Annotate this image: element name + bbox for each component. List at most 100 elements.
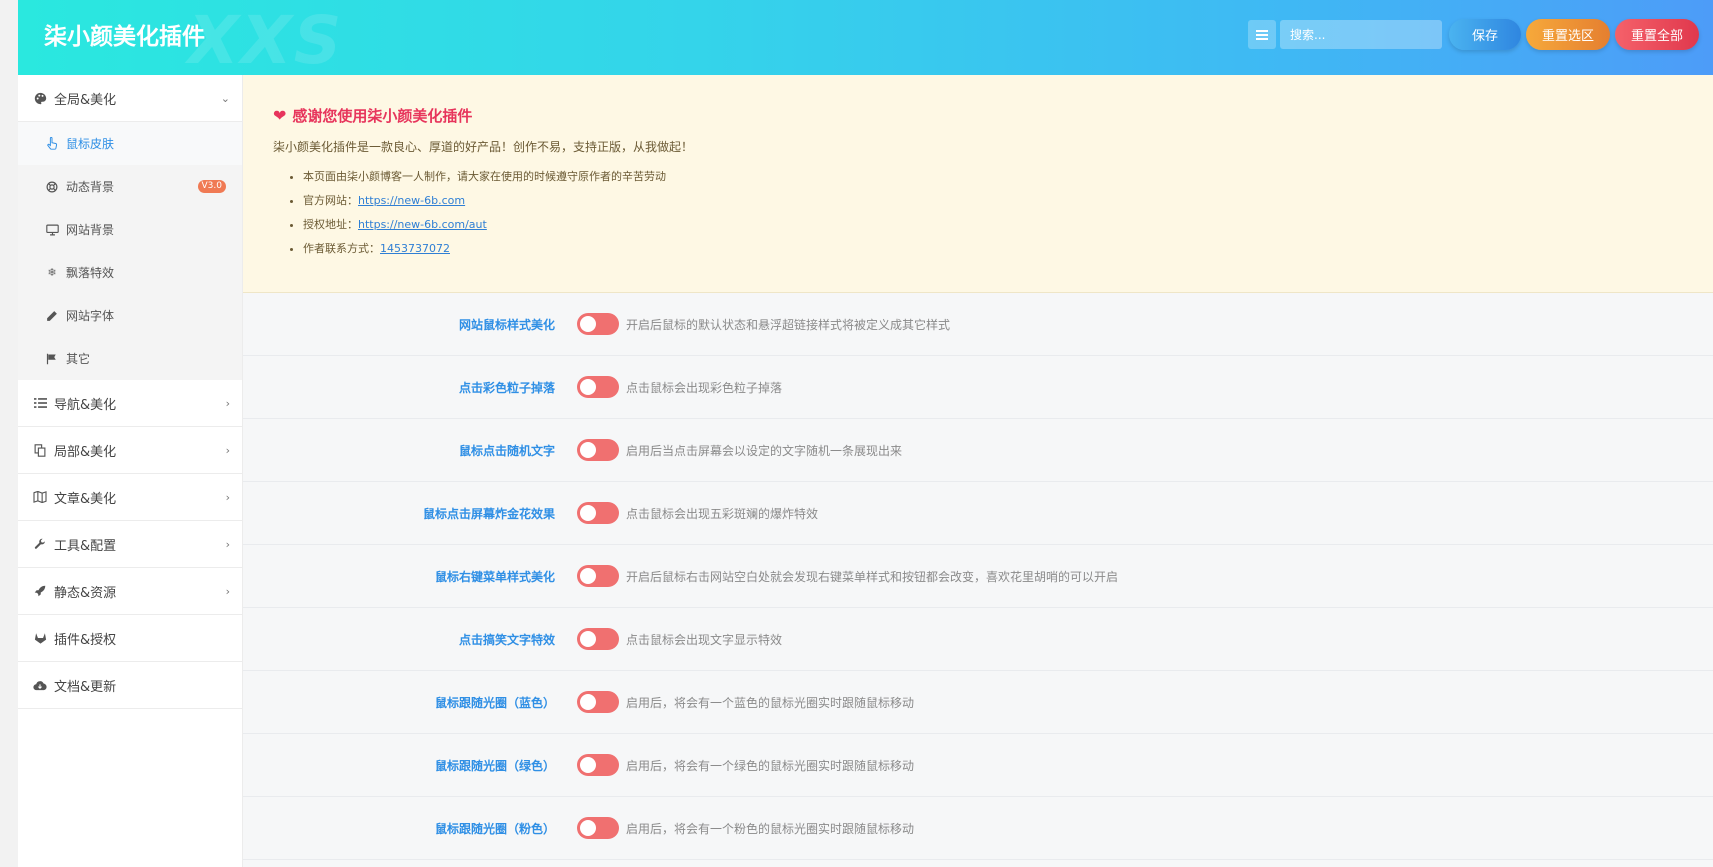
setting-toggle[interactable] — [577, 439, 619, 461]
chevron-right-icon: › — [225, 584, 230, 598]
reset-all-button[interactable]: 重置全部 — [1615, 19, 1699, 50]
setting-toggle[interactable] — [577, 754, 619, 776]
notice-item-text: 本页面由柒小颜博客一人制作，请大家在使用的时候遵守原作者的辛苦劳动 — [303, 170, 666, 183]
sidebar-subitem-label: 网站字体 — [66, 309, 115, 323]
sidebar-item-label: 全局&美化 — [54, 92, 117, 108]
app-header: 柒小颜美化插件 XXS 保存 重置选区 重置全部 — [18, 0, 1713, 79]
left-edge-strip — [0, 0, 18, 867]
wrench-icon — [33, 537, 47, 551]
brand-watermark: XXS — [188, 2, 344, 79]
gitlab-icon — [33, 631, 47, 645]
sidebar-subitem-falling[interactable]: ❄ 飘落特效 — [18, 251, 242, 294]
sidebar: 全局&美化 ⌄ 鼠标皮肤 动态背景 V3.0 网站背景 ❄ 飘落特效 网站字体 … — [18, 75, 243, 867]
setting-row: 鼠标点击屏幕炸金花效果 点击鼠标会出现五彩斑斓的爆炸特效 — [243, 482, 1713, 545]
sidebar-subitem-label: 动态背景 — [66, 180, 115, 194]
setting-label: 鼠标点击随机文字 — [458, 443, 555, 458]
sidebar-item-label: 导航&美化 — [54, 397, 117, 413]
sidebar-item-nav[interactable]: 导航&美化 › — [18, 380, 242, 427]
setting-description: 开启后鼠标右击网站空白处就会发现右键菜单样式和按钮都会改变，喜欢花里胡哨的可以开… — [626, 569, 1119, 584]
setting-description: 启用后，将会有一个蓝色的鼠标光圈实时跟随鼠标移动 — [626, 695, 915, 710]
notice-list: 本页面由柒小颜博客一人制作，请大家在使用的时候遵守原作者的辛苦劳动 官方网站：h… — [273, 165, 1683, 261]
setting-toggle[interactable] — [577, 313, 619, 335]
toggle-knob — [580, 757, 596, 773]
list-icon — [33, 396, 47, 410]
sidebar-subitem-font[interactable]: 网站字体 — [18, 294, 242, 337]
setting-row: 鼠标跟随光圈（绿色） 启用后，将会有一个绿色的鼠标光圈实时跟随鼠标移动 — [243, 734, 1713, 797]
notice-item: 授权地址：https://new-6b.com/aut — [303, 213, 1683, 237]
setting-toggle[interactable] — [577, 565, 619, 587]
lifebuoy-icon — [45, 180, 59, 194]
sidebar-item-label: 插件&授权 — [54, 632, 117, 648]
setting-description: 启用后当点击屏幕会以设定的文字随机一条展现出来 — [626, 443, 903, 458]
toggle-knob — [580, 631, 596, 647]
author-contact-link[interactable]: 1453737072 — [380, 242, 450, 255]
pointer-hand-icon — [45, 137, 59, 151]
sidebar-item-global[interactable]: 全局&美化 ⌄ — [18, 75, 242, 122]
sidebar-item-partial[interactable]: 局部&美化 › — [18, 427, 242, 474]
sidebar-item-label: 局部&美化 — [54, 444, 117, 460]
setting-row: 鼠标跟随光圈（粉色） 启用后，将会有一个粉色的鼠标光圈实时跟随鼠标移动 — [243, 797, 1713, 860]
sidebar-subitem-label: 其它 — [66, 352, 91, 366]
main-content: ❤ 感谢您使用柒小颜美化插件 柒小颜美化插件是一款良心、厚道的好产品！创作不易，… — [243, 75, 1713, 867]
map-icon — [33, 490, 47, 504]
setting-description: 启用后，将会有一个粉色的鼠标光圈实时跟随鼠标移动 — [626, 821, 915, 836]
toggle-knob — [580, 379, 596, 395]
menu-toggle-button[interactable] — [1248, 20, 1276, 49]
notice-title: ❤ 感谢您使用柒小颜美化插件 — [273, 105, 1683, 126]
notice-panel: ❤ 感谢您使用柒小颜美化插件 柒小颜美化插件是一款良心、厚道的好产品！创作不易，… — [243, 75, 1713, 293]
notice-title-text: 感谢您使用柒小颜美化插件 — [292, 107, 473, 125]
setting-toggle[interactable] — [577, 376, 619, 398]
setting-label: 鼠标点击屏幕炸金花效果 — [422, 506, 555, 521]
sidebar-item-static[interactable]: 静态&资源 › — [18, 568, 242, 615]
version-badge: V3.0 — [197, 180, 226, 193]
pencil-icon — [45, 309, 59, 323]
sidebar-subitem-label: 网站背景 — [66, 223, 115, 237]
sidebar-subitem-label: 飘落特效 — [66, 266, 115, 280]
sidebar-item-docs[interactable]: 文档&更新 — [18, 662, 242, 709]
setting-row: 鼠标右键菜单样式美化 开启后鼠标右击网站空白处就会发现右键菜单样式和按钮都会改变… — [243, 545, 1713, 608]
notice-description: 柒小颜美化插件是一款良心、厚道的好产品！创作不易，支持正版，从我做起！ — [273, 140, 694, 154]
reset-section-button[interactable]: 重置选区 — [1526, 19, 1610, 50]
notice-item: 官方网站：https://new-6b.com — [303, 189, 1683, 213]
sidebar-item-article[interactable]: 文章&美化 › — [18, 474, 242, 521]
chevron-right-icon: › — [225, 396, 230, 410]
palette-icon — [33, 91, 47, 105]
setting-label: 点击搞笑文字特效 — [458, 632, 555, 647]
setting-description: 点击鼠标会出现彩色粒子掉落 — [626, 380, 783, 395]
chevron-down-icon: ⌄ — [220, 91, 230, 105]
license-url-link[interactable]: https://new-6b.com/aut — [358, 218, 487, 231]
setting-description: 开启后鼠标的默认状态和悬浮超链接样式将被定义成其它样式 — [626, 317, 951, 332]
setting-label: 点击彩色粒子掉落 — [458, 380, 555, 395]
sidebar-subitem-dynamic-bg[interactable]: 动态背景 V3.0 — [18, 165, 242, 208]
sidebar-subitem-site-bg[interactable]: 网站背景 — [18, 208, 242, 251]
copy-icon — [33, 443, 47, 457]
sidebar-item-plugins[interactable]: 插件&授权 — [18, 615, 242, 662]
sidebar-subitem-other[interactable]: 其它 — [18, 337, 242, 380]
cloud-download-icon — [33, 678, 47, 692]
rocket-icon — [33, 584, 47, 598]
setting-toggle[interactable] — [577, 502, 619, 524]
notice-item: 作者联系方式：1453737072 — [303, 237, 1683, 261]
chevron-right-icon: › — [225, 490, 230, 504]
sidebar-item-tools[interactable]: 工具&配置 › — [18, 521, 242, 568]
setting-toggle[interactable] — [577, 691, 619, 713]
setting-description: 点击鼠标会出现五彩斑斓的爆炸特效 — [626, 506, 819, 521]
sidebar-item-label: 文档&更新 — [54, 679, 117, 695]
sidebar-subitem-mouse-skin[interactable]: 鼠标皮肤 — [18, 122, 242, 165]
setting-toggle[interactable] — [577, 817, 619, 839]
search-input[interactable] — [1280, 20, 1442, 49]
chevron-right-icon: › — [225, 537, 230, 551]
setting-toggle[interactable] — [577, 628, 619, 650]
sidebar-subitem-label: 鼠标皮肤 — [66, 137, 115, 151]
sidebar-item-label: 文章&美化 — [54, 491, 117, 507]
setting-row: 点击搞笑文字特效 点击鼠标会出现文字显示特效 — [243, 608, 1713, 671]
official-site-link[interactable]: https://new-6b.com — [358, 194, 465, 207]
sidebar-submenu: 鼠标皮肤 动态背景 V3.0 网站背景 ❄ 飘落特效 网站字体 其它 — [18, 122, 242, 380]
brand-title: 柒小颜美化插件 — [44, 24, 205, 50]
setting-description: 启用后，将会有一个绿色的鼠标光圈实时跟随鼠标移动 — [626, 758, 915, 773]
toggle-knob — [580, 505, 596, 521]
save-button[interactable]: 保存 — [1449, 19, 1521, 50]
setting-label: 网站鼠标样式美化 — [458, 317, 555, 332]
menu-bars-icon — [1256, 29, 1268, 40]
heart-icon: ❤ — [273, 106, 287, 125]
